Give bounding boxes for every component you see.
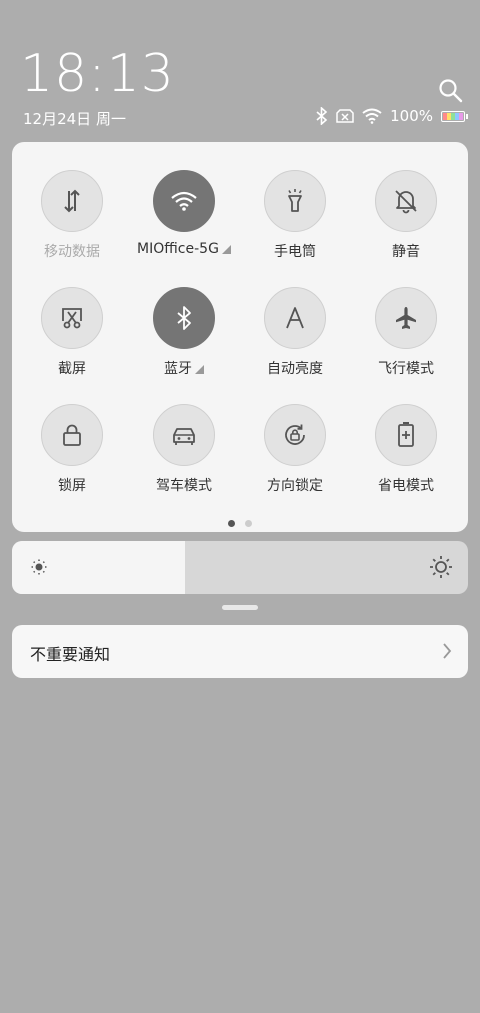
tile-wifi[interactable]: MIOffice-5G [129, 170, 239, 257]
flashlight-icon [264, 170, 326, 232]
expand-triangle-icon [195, 364, 204, 374]
status-bar-icons: 100% [316, 107, 468, 125]
mute-icon [375, 170, 437, 232]
tile-driving-mode[interactable]: 驾车模式 [129, 404, 239, 495]
tile-label: 飞行模式 [378, 361, 434, 377]
bluetooth-icon [153, 287, 215, 349]
airplane-icon [375, 287, 437, 349]
expand-triangle-icon [221, 244, 231, 254]
bluetooth-icon [316, 107, 328, 125]
tile-label: 截屏 [58, 361, 86, 377]
battery-percent: 100% [390, 107, 433, 125]
tile-auto-brightness[interactable]: 自动亮度 [240, 287, 350, 378]
tile-bluetooth[interactable]: 蓝牙 [129, 287, 239, 378]
no-sim-icon [336, 108, 354, 124]
brightness-slider[interactable] [12, 541, 468, 594]
page-indicator [12, 520, 468, 527]
tile-label: 锁屏 [58, 478, 86, 494]
clock-time: 18:13 [20, 44, 175, 104]
tile-rotation-lock[interactable]: 方向锁定 [240, 404, 350, 495]
mobile-data-icon [41, 170, 103, 232]
screenshot-icon [41, 287, 103, 349]
tile-flashlight[interactable]: 手电筒 [240, 170, 350, 261]
battery-icon [441, 110, 468, 122]
tile-label: 自动亮度 [267, 361, 323, 377]
tile-label: 省电模式 [378, 478, 434, 494]
search-icon[interactable] [438, 78, 464, 104]
quick-settings-panel: 移动数据 MIOffice-5G 手电筒 静音 截屏 蓝牙 自动亮度 飞行模式 … [12, 142, 468, 532]
notification-label: 不重要通知 [30, 645, 111, 664]
brightness-high-icon [429, 555, 453, 583]
tile-label: 方向锁定 [267, 478, 323, 494]
drag-handle[interactable] [222, 605, 258, 610]
wifi-icon [153, 170, 215, 232]
tile-label: 蓝牙 [129, 358, 239, 378]
date-text: 12月24日 周一 [23, 110, 126, 128]
rotation-lock-icon [264, 404, 326, 466]
tile-label: 驾车模式 [156, 478, 212, 494]
tile-lock-screen[interactable]: 锁屏 [17, 404, 127, 495]
page-dot-active[interactable] [228, 520, 235, 527]
tile-mobile-data[interactable]: 移动数据 [17, 170, 127, 261]
tile-screenshot[interactable]: 截屏 [17, 287, 127, 378]
tile-label: 移动数据 [44, 244, 100, 260]
tile-label: 静音 [392, 244, 420, 260]
tile-battery-saver[interactable]: 省电模式 [351, 404, 461, 495]
tile-label: 手电筒 [274, 244, 316, 260]
unimportant-notifications-row[interactable]: 不重要通知 [12, 625, 468, 678]
tile-mute[interactable]: 静音 [351, 170, 461, 261]
tile-airplane[interactable]: 飞行模式 [351, 287, 461, 378]
chevron-right-icon [442, 642, 452, 664]
wifi-icon [362, 108, 382, 124]
lock-icon [41, 404, 103, 466]
car-icon [153, 404, 215, 466]
page-dot[interactable] [245, 520, 252, 527]
brightness-low-icon [30, 558, 48, 580]
battery-saver-icon [375, 404, 437, 466]
auto-brightness-icon [264, 287, 326, 349]
tile-label: MIOffice-5G [129, 241, 239, 257]
